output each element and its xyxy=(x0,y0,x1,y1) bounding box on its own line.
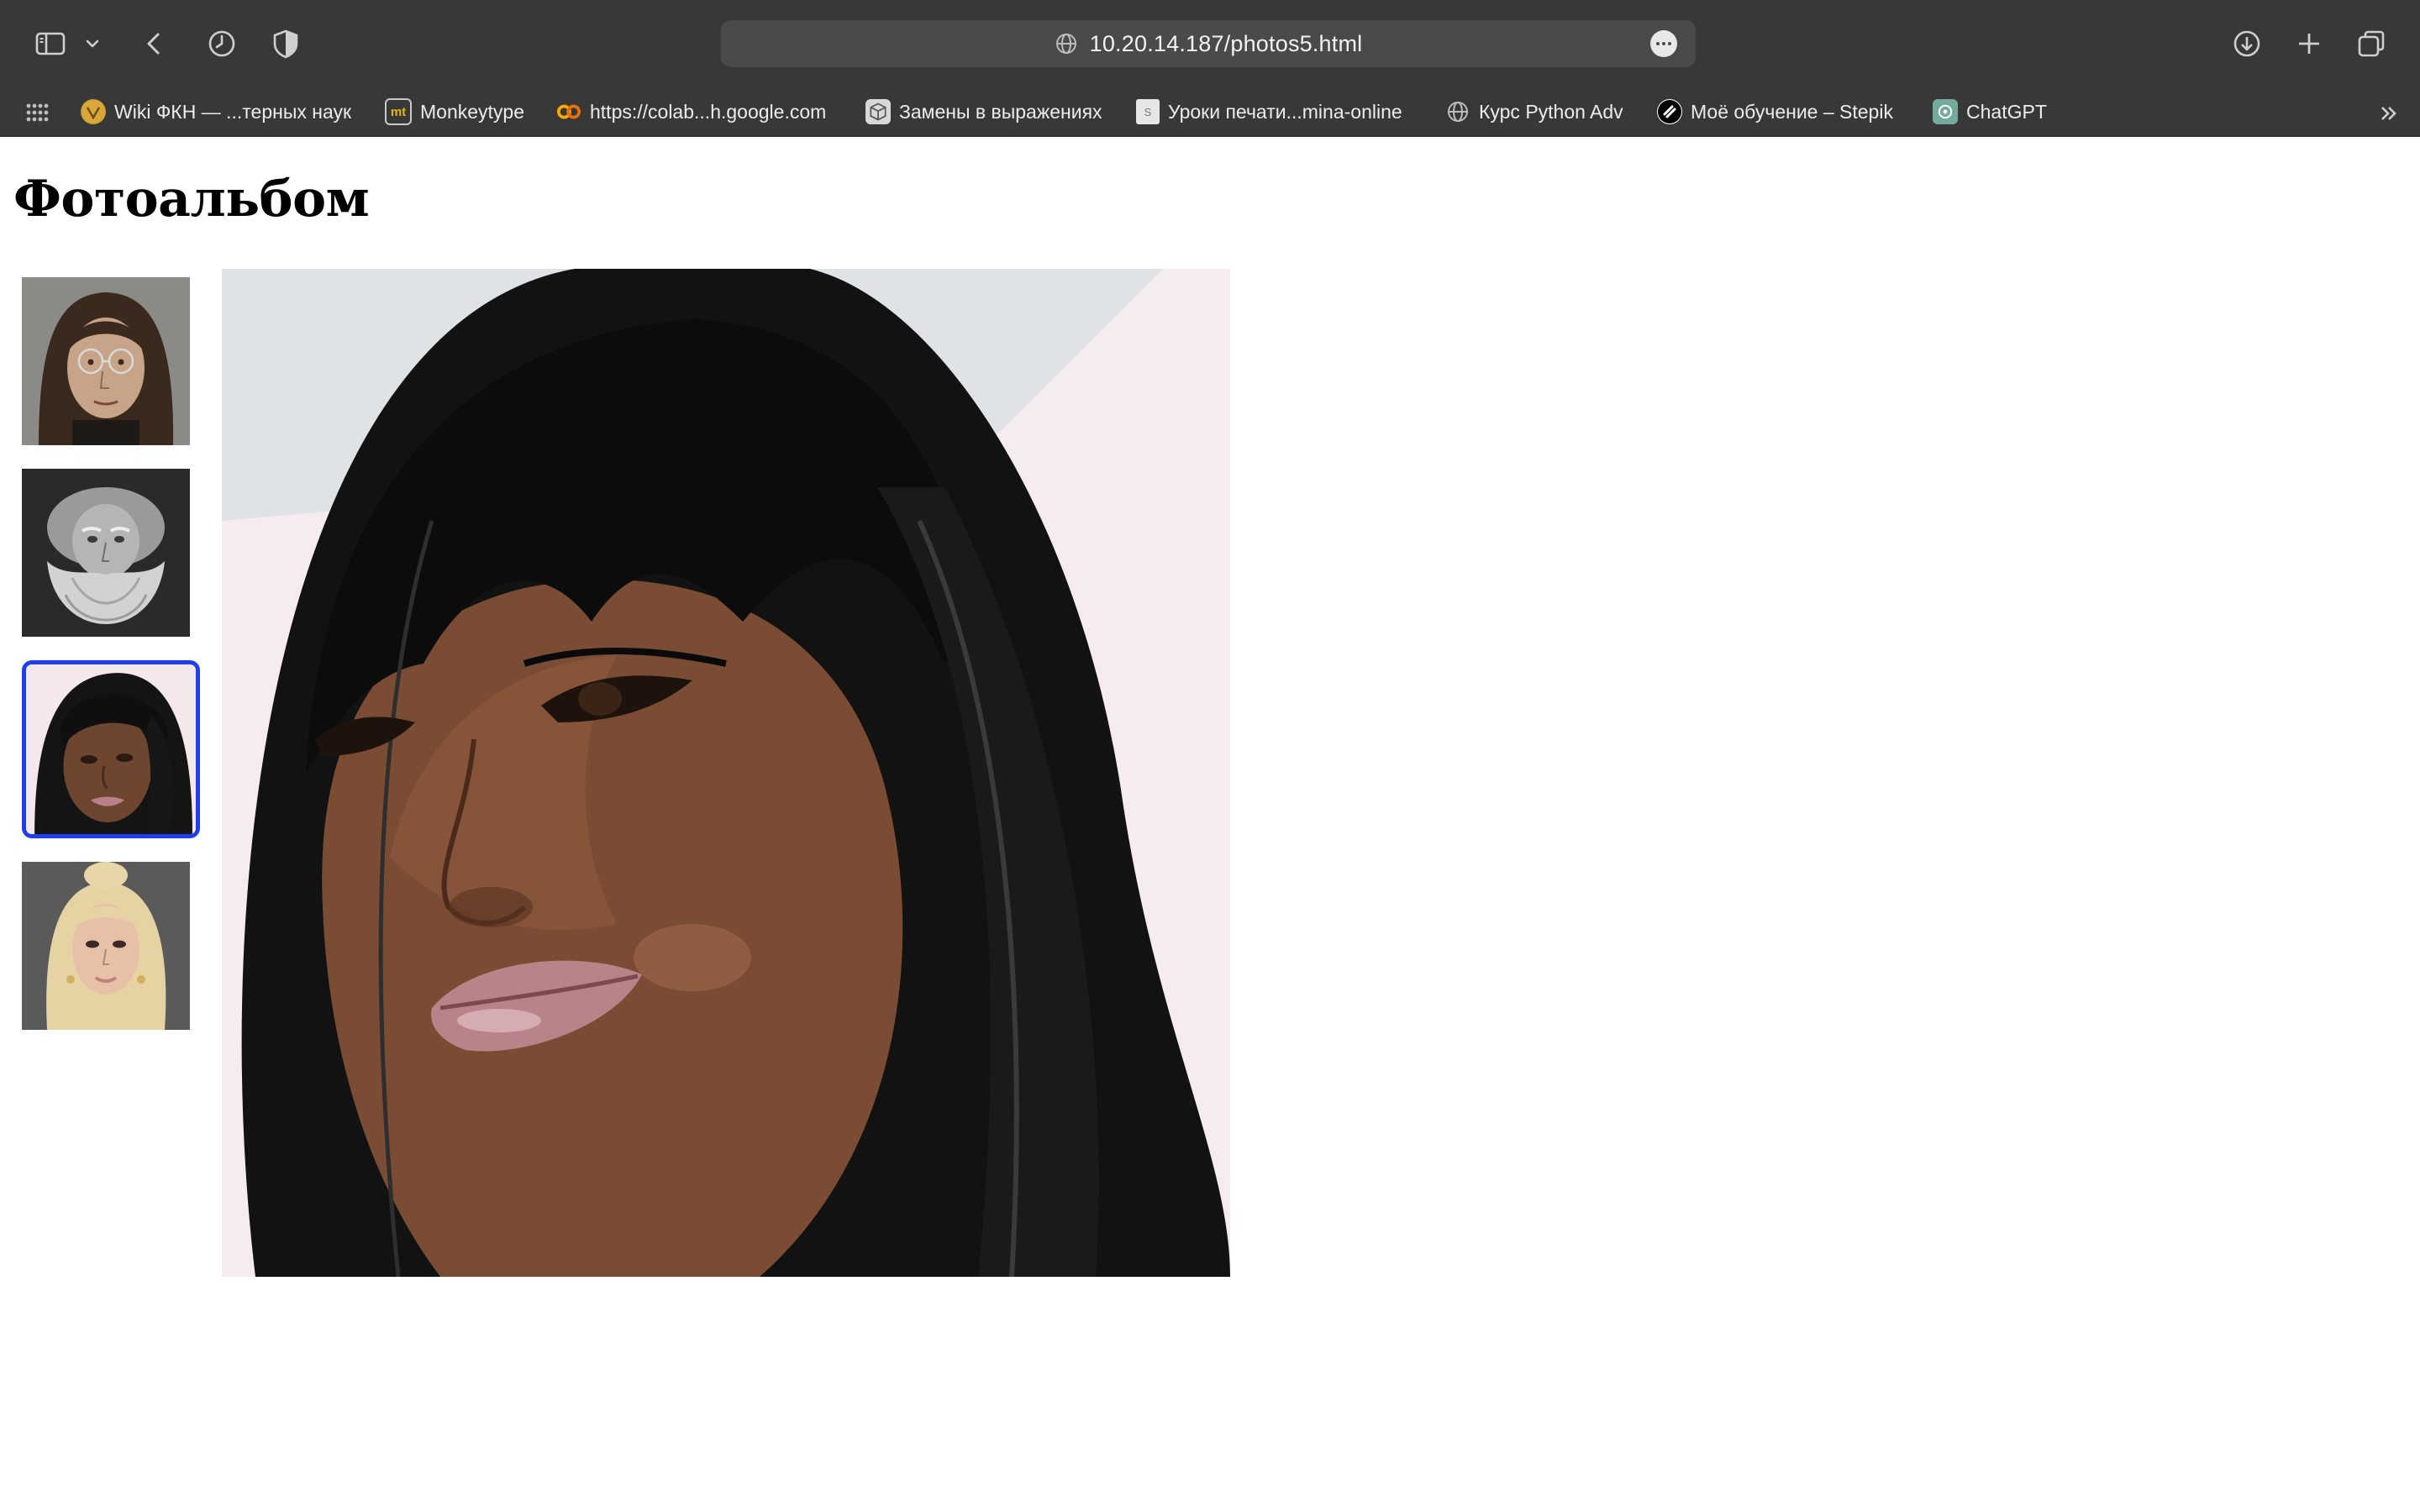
bookmark-wiki-fkn[interactable]: Wiki ФКН — ...терных наук xyxy=(81,97,351,126)
url-text[interactable]: 10.20.14.187/photos5.html xyxy=(1090,31,1363,57)
portrait-thumbnail-image xyxy=(22,862,190,1030)
main-photo xyxy=(222,269,1230,1277)
address-bar[interactable]: 10.20.14.187/photos5.html xyxy=(721,20,1696,67)
cube-icon xyxy=(865,99,891,124)
bookmark-label: Моё обучение – Stepik xyxy=(1691,100,1893,123)
bookmark-colab[interactable]: https://colab...h.google.com xyxy=(556,97,826,126)
enlarged-portrait-image xyxy=(222,269,1230,1277)
bookmark-label: Wiki ФКН — ...терных наук xyxy=(114,100,352,123)
portrait-thumbnail-image xyxy=(26,664,196,834)
colab-icon xyxy=(556,99,581,124)
new-tab-plus-icon[interactable] xyxy=(2291,25,2328,62)
bookmark-chatgpt[interactable]: ChatGPT xyxy=(1933,97,2047,126)
bookmark-python-adv[interactable]: Курс Python Adv xyxy=(1445,97,1623,126)
more-options-icon[interactable] xyxy=(1650,30,1677,57)
back-arrow-icon[interactable] xyxy=(136,25,173,62)
bookmark-zameny[interactable]: Замены в выражениях xyxy=(865,97,1102,126)
bookmark-label: Monkeytype xyxy=(420,100,525,123)
globe-icon xyxy=(1055,34,1076,54)
bookmark-monkeytype[interactable]: mt Monkeytype xyxy=(385,97,524,126)
bookmark-label: Замены в выражениях xyxy=(899,100,1102,123)
bookmarks-bar: Wiki ФКН — ...терных наук mt Monkeytype … xyxy=(0,87,2420,137)
bookmark-label: Уроки печати...mina-online xyxy=(1168,100,1402,123)
chatgpt-icon xyxy=(1933,99,1958,124)
thumbnail-3-selected[interactable] xyxy=(22,660,200,838)
chevron-down-icon[interactable] xyxy=(81,25,104,62)
sidebar-toggle-icon[interactable] xyxy=(32,25,69,62)
bookmark-label: https://colab...h.google.com xyxy=(590,100,827,123)
chevron-double-right-icon[interactable] xyxy=(2376,101,2402,126)
thumbnail-1[interactable] xyxy=(22,277,190,445)
page-title: Фотоальбом xyxy=(13,170,370,228)
bookmark-label: ChatGPT xyxy=(1966,100,2047,123)
history-clock-icon[interactable] xyxy=(203,25,240,62)
thumbnail-2[interactable] xyxy=(22,469,190,637)
portrait-thumbnail-image xyxy=(22,277,190,445)
tab-overview-icon[interactable] xyxy=(2353,25,2390,62)
bookmark-stepik[interactable]: Моё обучение – Stepik xyxy=(1657,97,1893,126)
bookmark-uroki-pechati[interactable]: S Уроки печати...mina-online xyxy=(1136,97,1402,126)
monkeytype-icon: mt xyxy=(385,98,412,125)
privacy-shield-icon[interactable] xyxy=(267,25,304,62)
bookmark-label: Курс Python Adv xyxy=(1479,100,1623,123)
portrait-thumbnail-image xyxy=(22,469,190,637)
stepik-icon xyxy=(1657,99,1682,124)
apps-grid-icon[interactable] xyxy=(25,102,49,123)
thumbnail-4[interactable] xyxy=(22,862,190,1030)
wiki-fkn-icon xyxy=(81,99,106,124)
browser-toolbar: 10.20.14.187/photos5.html xyxy=(0,0,2420,87)
page-icon: S xyxy=(1136,99,1160,124)
download-icon[interactable] xyxy=(2228,25,2265,62)
globe-icon xyxy=(1445,99,1470,124)
